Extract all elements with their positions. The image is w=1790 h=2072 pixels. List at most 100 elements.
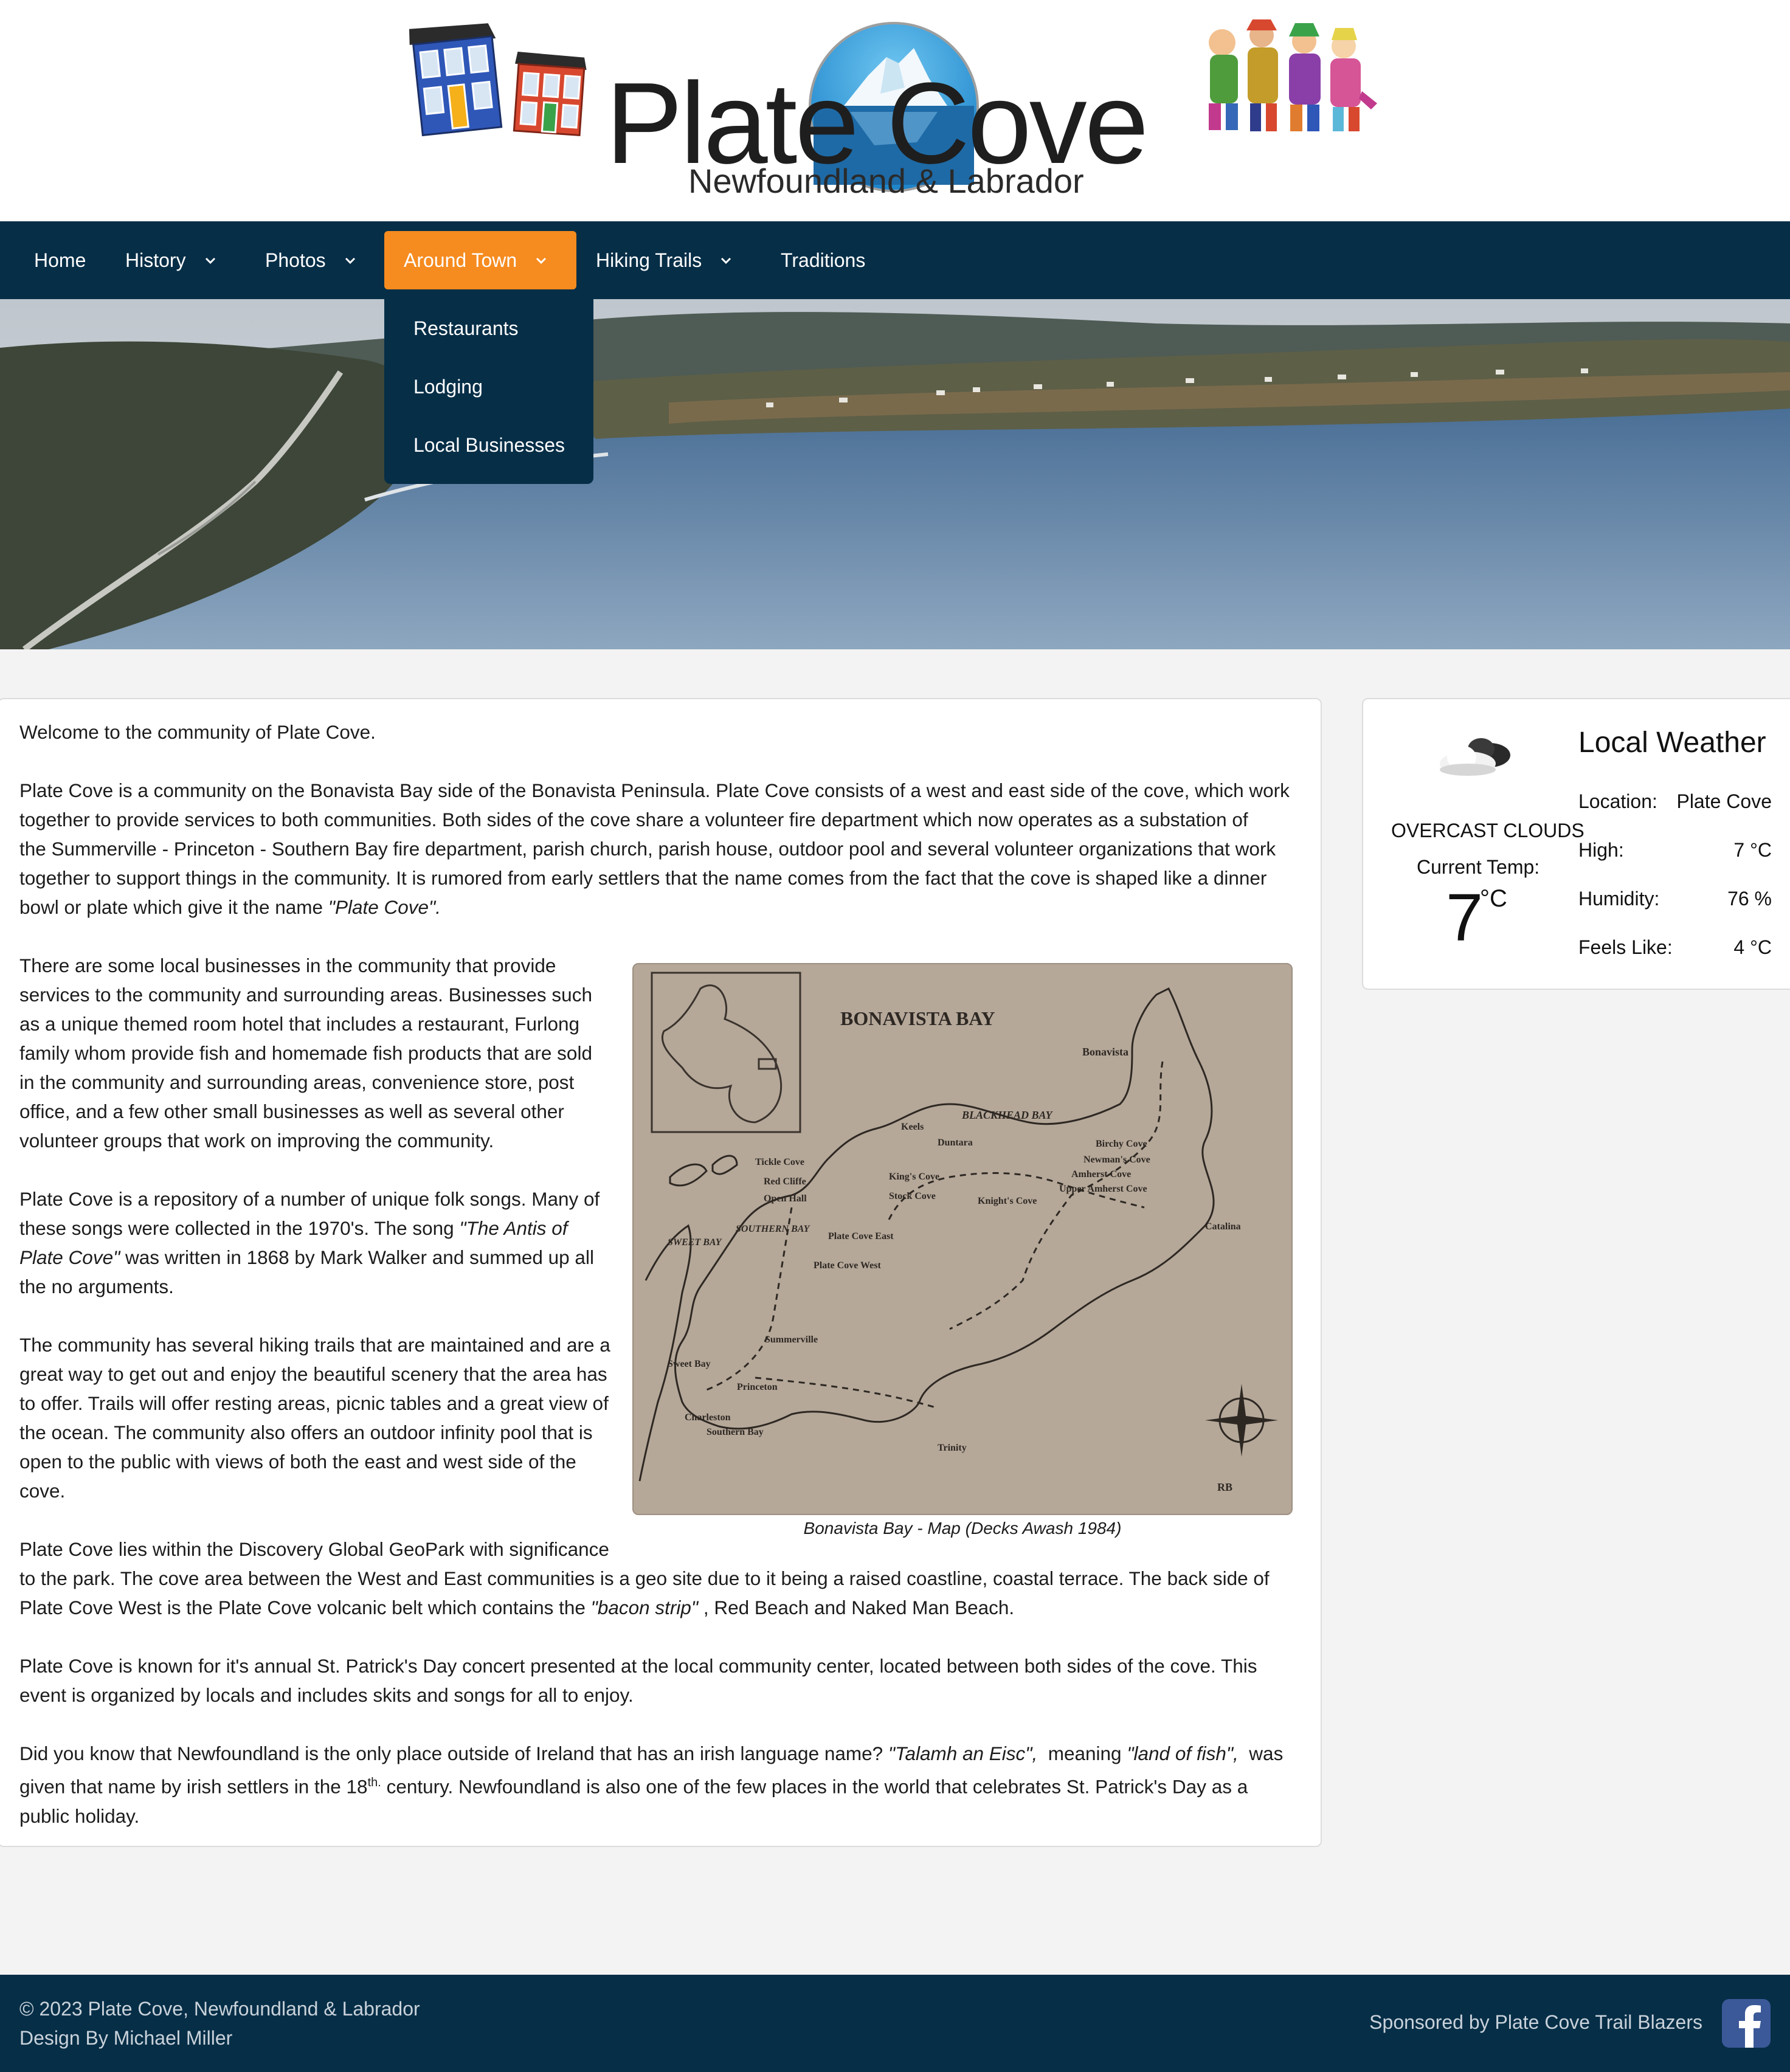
irish-line: century. Newfoundland is also one of the…: [381, 1775, 1248, 1798]
st-patricks-paragraph: Plate Cove is known for it's annual St. …: [19, 1651, 1257, 1710]
weather-location-label: Location:: [1578, 790, 1657, 812]
folk-songs-line: Plate Cove is a repository of a number o…: [19, 1188, 600, 1210]
hiking-line: cove.: [19, 1480, 66, 1502]
land-of-fish-quote: "land of fish",: [1127, 1742, 1239, 1764]
site-header: Plate Cove Newfoundland & Labrador: [0, 0, 1790, 221]
intro-line: bowl or plate which give it the name: [19, 896, 328, 918]
mummers-logo-icon: [1209, 19, 1377, 131]
st-patricks-line: event is organized by locals and include…: [19, 1684, 634, 1706]
map-label: BLACKHEAD BAY: [961, 1109, 1054, 1121]
map-label: Stock Cove: [889, 1191, 936, 1201]
map-label: Open Hall: [764, 1193, 807, 1204]
weather-humidity-label: Humidity:: [1578, 888, 1660, 910]
map-label: Amherst Cove: [1071, 1169, 1131, 1179]
map-label: Plate Cove East: [828, 1231, 894, 1241]
dropdown-lodging[interactable]: Lodging: [413, 375, 483, 399]
map-label: SWEET BAY: [668, 1237, 722, 1248]
irish-line: Did you know that Newfoundland is the on…: [19, 1742, 888, 1764]
map-label: Princeton: [737, 1382, 778, 1392]
irish-name-paragraph: Did you know that Newfoundland is the on…: [19, 1739, 1283, 1831]
geopark-line: to the park. The cove area between the W…: [19, 1567, 1270, 1589]
hiking-line: open to the public with views of both th…: [19, 1451, 576, 1473]
map-label: Birchy Cove: [1096, 1139, 1147, 1149]
map-label: Knight's Cove: [978, 1196, 1037, 1206]
map-label: Charleston: [685, 1412, 731, 1423]
irish-name-quote: "Talamh an Eisc",: [888, 1742, 1038, 1764]
sponsor-text: Sponsored by Plate Cove Trail Blazers: [1369, 2011, 1702, 2033]
plate-cove-quote: "Plate Cove".: [328, 896, 441, 918]
nav-history[interactable]: History: [106, 231, 237, 289]
dropdown-restaurants[interactable]: Restaurants: [413, 316, 519, 340]
map-label: Summerville: [765, 1335, 818, 1345]
businesses-line: services to the community and surroundin…: [19, 984, 592, 1006]
weather-feels-like-label: Feels Like:: [1578, 936, 1673, 958]
temp-unit: °C: [1480, 885, 1507, 912]
weather-condition: OVERCAST CLOUDS: [1391, 820, 1584, 841]
geopark-paragraph: Plate Cove lies within the Discovery Glo…: [19, 1535, 1270, 1622]
st-patricks-line: Plate Cove is known for it's annual St. …: [19, 1655, 1257, 1677]
businesses-paragraph: There are some local businesses in the c…: [19, 951, 592, 1155]
nav-home[interactable]: Home: [15, 231, 105, 289]
map-label: Trinity: [938, 1443, 967, 1453]
geopark-line: , Red Beach and Naked Man Beach.: [698, 1597, 1015, 1618]
hiking-line: to offer. Trails will offer resting area…: [19, 1392, 609, 1414]
nav-hiking-trails[interactable]: Hiking Trails: [576, 231, 753, 289]
map-label: Newman's Cove: [1083, 1155, 1150, 1165]
weather-high-value: 7 °C: [1733, 839, 1772, 861]
geopark-line: Plate Cove West is the Plate Cove volcan…: [19, 1597, 591, 1618]
intro-line: together to provide services to both com…: [19, 809, 1248, 831]
weather-high-label: High:: [1578, 839, 1624, 861]
ordinal-superscript: th.: [367, 1776, 381, 1789]
folk-songs-paragraph: Plate Cove is a repository of a number o…: [19, 1184, 600, 1301]
map-label: Duntara: [938, 1138, 973, 1148]
bacon-strip-quote: "bacon strip": [590, 1597, 699, 1618]
designer-credit: Design By Michael Miller: [19, 2027, 233, 2049]
song-title: "The Antis of: [459, 1217, 568, 1239]
chevron-down-icon: [536, 257, 547, 264]
nav-traditions-label: Traditions: [781, 249, 866, 271]
nav-around-town[interactable]: Around Town: [384, 231, 576, 289]
nav-around-town-label: Around Town: [404, 249, 517, 271]
facebook-icon[interactable]: [1722, 1999, 1771, 2048]
intro-line: Plate Cove is a community on the Bonavis…: [19, 779, 1290, 801]
map-title: BONAVISTA BAY: [840, 1007, 995, 1029]
map-label: Catalina: [1205, 1221, 1241, 1232]
irish-line: public holiday.: [19, 1804, 140, 1827]
businesses-line: volunteer groups that work on improving …: [19, 1130, 494, 1152]
hiking-line: The community has several hiking trails …: [19, 1334, 610, 1356]
houses-logo-icon: [409, 23, 587, 137]
song-title-cont: Plate Cove": [19, 1246, 120, 1268]
nav-photos-label: Photos: [265, 249, 326, 271]
map-label: Red Cliffe: [764, 1176, 806, 1187]
current-temp-value: 7: [1446, 880, 1484, 955]
weather-feels-like-value: 4 °C: [1733, 936, 1772, 958]
nav-photos[interactable]: Photos: [246, 231, 377, 289]
intro-paragraph: Plate Cove is a community on the Bonavis…: [19, 776, 1290, 922]
chevron-down-icon: [205, 257, 215, 264]
irish-line: was: [1238, 1742, 1284, 1764]
weather-title: Local Weather: [1578, 727, 1766, 759]
businesses-line: office, and a few other small businesses…: [19, 1100, 564, 1122]
map-caption: Bonavista Bay - Map (Decks Awash 1984): [803, 1519, 1122, 1538]
businesses-line: as a unique themed room hotel that inclu…: [19, 1013, 580, 1035]
weather-location-value: Plate Cove: [1676, 790, 1772, 812]
nav-hiking-trails-label: Hiking Trails: [596, 249, 702, 271]
around-town-dropdown: Restaurants Lodging Local Businesses: [384, 289, 593, 484]
businesses-line: in the community and surrounding areas, …: [19, 1071, 575, 1093]
current-temp-label: Current Temp:: [1417, 856, 1540, 878]
nav-traditions[interactable]: Traditions: [761, 231, 885, 289]
dropdown-local-businesses[interactable]: Local Businesses: [413, 433, 565, 457]
folk-songs-line: the no arguments.: [19, 1276, 174, 1297]
businesses-line: family whom provide fish and homemade fi…: [19, 1042, 592, 1064]
intro-line: the Summerville - Princeton - Southern B…: [19, 838, 1276, 860]
bonavista-bay-map[interactable]: BONAVISTA BAY Bonavista BLACKHEAD BAY Ke…: [632, 963, 1293, 1515]
weather-widget: OVERCAST CLOUDS Current Temp: 7 °C Local…: [1362, 698, 1790, 990]
businesses-line: There are some local businesses in the c…: [19, 955, 556, 976]
copyright-text: © 2023 Plate Cove, Newfoundland & Labrad…: [19, 1998, 420, 2020]
irish-line: given that name by irish settlers in the…: [19, 1775, 368, 1798]
map-label: SOUTHERN BAY: [736, 1224, 810, 1234]
hiking-line: great way to get out and enjoy the beaut…: [19, 1363, 607, 1385]
irish-line: meaning: [1037, 1742, 1127, 1764]
intro-line: together to support things in the commun…: [19, 867, 1267, 889]
main-nav: Home History Photos Around Town Hiking T…: [0, 221, 1790, 299]
